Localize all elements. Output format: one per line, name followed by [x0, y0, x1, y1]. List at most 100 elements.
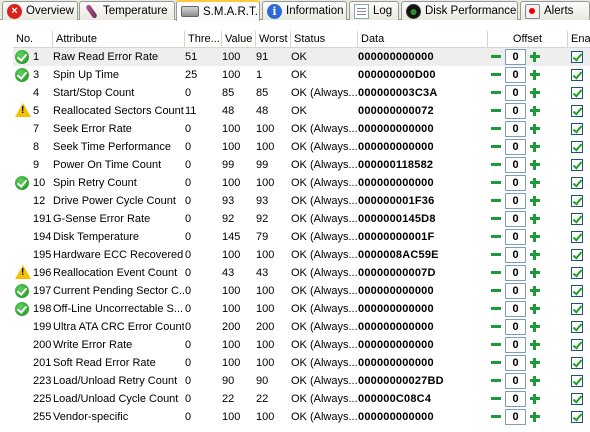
offset-value[interactable]: 0: [505, 103, 526, 119]
enable-checkbox[interactable]: [571, 123, 583, 135]
offset-decrease-button[interactable]: [489, 410, 503, 424]
offset-increase-button[interactable]: [528, 50, 542, 64]
enable-checkbox[interactable]: [571, 267, 583, 279]
offset-value[interactable]: 0: [505, 229, 526, 245]
offset-decrease-button[interactable]: [489, 140, 503, 154]
offset-increase-button[interactable]: [528, 392, 542, 406]
offset-decrease-button[interactable]: [489, 284, 503, 298]
offset-increase-button[interactable]: [528, 176, 542, 190]
offset-decrease-button[interactable]: [489, 302, 503, 316]
offset-value[interactable]: 0: [505, 319, 526, 335]
offset-value[interactable]: 0: [505, 193, 526, 209]
offset-decrease-button[interactable]: [489, 230, 503, 244]
offset-value[interactable]: 0: [505, 247, 526, 263]
offset-decrease-button[interactable]: [489, 158, 503, 172]
offset-decrease-button[interactable]: [489, 374, 503, 388]
offset-increase-button[interactable]: [528, 284, 542, 298]
table-row[interactable]: 198 Off-Line Uncorrectable S... 0 100 100 OK …: [13, 300, 590, 318]
table-row[interactable]: 4 Start/Stop Count 0 85 85 OK (Always... 00000…: [13, 84, 590, 102]
offset-increase-button[interactable]: [528, 68, 542, 82]
offset-value[interactable]: 0: [505, 355, 526, 371]
col-no-header[interactable]: No.: [13, 31, 53, 47]
enable-checkbox[interactable]: [571, 375, 583, 387]
offset-increase-button[interactable]: [528, 320, 542, 334]
table-row[interactable]: 194 Disk Temperature 0 145 79 OK (Always... 00…: [13, 228, 590, 246]
offset-decrease-button[interactable]: [489, 176, 503, 190]
enable-checkbox[interactable]: [571, 69, 583, 81]
table-row[interactable]: 223 Load/Unload Retry Count 0 90 90 OK (Alway…: [13, 372, 590, 390]
table-row[interactable]: 5Reallocated Sectors Count114848OK000000…: [13, 102, 590, 120]
table-row[interactable]: 9 Power On Time Count 0 99 99 OK (Always... 00…: [13, 156, 590, 174]
table-row[interactable]: 200 Write Error Rate 0 100 100 OK (Always... 0…: [13, 336, 590, 354]
enable-checkbox[interactable]: [571, 105, 583, 117]
offset-decrease-button[interactable]: [489, 194, 503, 208]
offset-value[interactable]: 0: [505, 157, 526, 173]
enable-checkbox[interactable]: [571, 141, 583, 153]
col-data-header[interactable]: Data: [358, 31, 488, 47]
col-attribute-header[interactable]: Attribute: [53, 31, 185, 47]
offset-increase-button[interactable]: [528, 158, 542, 172]
offset-decrease-button[interactable]: [489, 68, 503, 82]
offset-increase-button[interactable]: [528, 266, 542, 280]
offset-value[interactable]: 0: [505, 49, 526, 65]
offset-decrease-button[interactable]: [489, 86, 503, 100]
table-row[interactable]: 7 Seek Error Rate 0 100 100 OK (Always... 0000…: [13, 120, 590, 138]
offset-value[interactable]: 0: [505, 265, 526, 281]
offset-decrease-button[interactable]: [489, 50, 503, 64]
table-row[interactable]: 1 Raw Read Error Rate 51 100 91 OK 00000000000…: [13, 48, 590, 66]
table-row[interactable]: 3 Spin Up Time 25 100 1 OK 000000000D00 0: [13, 66, 590, 84]
table-row[interactable]: 196Reallocation Event Count 0 43 43 OK (Alwa…: [13, 264, 590, 282]
offset-increase-button[interactable]: [528, 104, 542, 118]
offset-value[interactable]: 0: [505, 283, 526, 299]
col-value-header[interactable]: Value: [222, 31, 256, 47]
enable-checkbox[interactable]: [571, 303, 583, 315]
offset-value[interactable]: 0: [505, 373, 526, 389]
table-row[interactable]: 8 Seek Time Performance 0 100 100 OK (Always.…: [13, 138, 590, 156]
tab-temperature[interactable]: Temperature: [79, 1, 175, 20]
offset-decrease-button[interactable]: [489, 320, 503, 334]
col-enable-header[interactable]: Enable: [568, 31, 590, 47]
enable-checkbox[interactable]: [571, 177, 583, 189]
col-threshold-header[interactable]: Thre...: [185, 31, 222, 47]
enable-checkbox[interactable]: [571, 231, 583, 243]
offset-increase-button[interactable]: [528, 356, 542, 370]
offset-decrease-button[interactable]: [489, 266, 503, 280]
offset-increase-button[interactable]: [528, 140, 542, 154]
table-row[interactable]: 197 Current Pending Sector C... 0 100 100 OK …: [13, 282, 590, 300]
enable-checkbox[interactable]: [571, 321, 583, 333]
offset-value[interactable]: 0: [505, 337, 526, 353]
table-row[interactable]: 201 Soft Read Error Rate 0 100 100 OK (Always…: [13, 354, 590, 372]
table-row[interactable]: 225 Load/Unload Cycle Count 0 22 22 OK (Alway…: [13, 390, 590, 408]
tab-log[interactable]: Log: [349, 1, 399, 20]
enable-checkbox[interactable]: [571, 213, 583, 225]
enable-checkbox[interactable]: [571, 195, 583, 207]
tab-overview[interactable]: × Overview: [2, 1, 78, 20]
offset-decrease-button[interactable]: [489, 356, 503, 370]
offset-value[interactable]: 0: [505, 409, 526, 425]
table-row[interactable]: 199 Ultra ATA CRC Error Count 0 200 200 OK (A…: [13, 318, 590, 336]
tab-smart[interactable]: S.M.A.R.T.: [176, 0, 260, 21]
offset-value[interactable]: 0: [505, 211, 526, 227]
offset-value[interactable]: 0: [505, 301, 526, 317]
offset-increase-button[interactable]: [528, 86, 542, 100]
enable-checkbox[interactable]: [571, 249, 583, 261]
offset-increase-button[interactable]: [528, 122, 542, 136]
offset-value[interactable]: 0: [505, 139, 526, 155]
offset-increase-button[interactable]: [528, 212, 542, 226]
offset-decrease-button[interactable]: [489, 338, 503, 352]
offset-value[interactable]: 0: [505, 121, 526, 137]
offset-increase-button[interactable]: [528, 194, 542, 208]
table-row[interactable]: 12 Drive Power Cycle Count 0 93 93 OK (Always…: [13, 192, 590, 210]
offset-value[interactable]: 0: [505, 85, 526, 101]
enable-checkbox[interactable]: [571, 159, 583, 171]
tab-alerts[interactable]: Alerts: [520, 1, 590, 20]
offset-increase-button[interactable]: [528, 302, 542, 316]
offset-increase-button[interactable]: [528, 248, 542, 262]
tab-information[interactable]: i Information: [262, 1, 347, 20]
enable-checkbox[interactable]: [571, 411, 583, 423]
enable-checkbox[interactable]: [571, 393, 583, 405]
table-row[interactable]: 255 Vendor-specific 0 100 100 OK (Always... 00…: [13, 408, 590, 426]
offset-increase-button[interactable]: [528, 230, 542, 244]
table-row[interactable]: 195 Hardware ECC Recovered 0 100 100 OK (Alwa…: [13, 246, 590, 264]
offset-decrease-button[interactable]: [489, 104, 503, 118]
